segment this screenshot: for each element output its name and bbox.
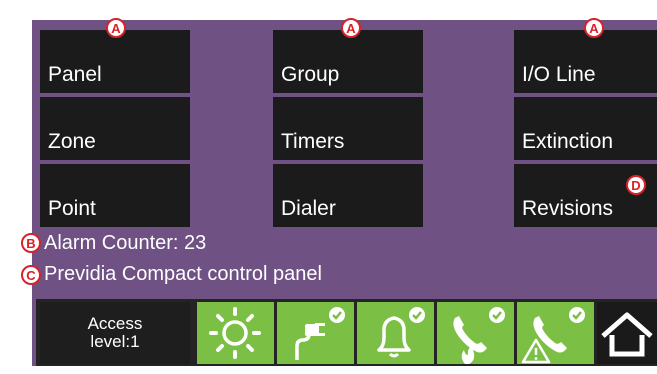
zone-button-label: Zone bbox=[48, 130, 96, 153]
timers-button-label: Timers bbox=[281, 130, 345, 153]
io-line-button-label: I/O Line bbox=[522, 63, 596, 86]
callout-c-panel-name: C bbox=[21, 265, 41, 285]
dialer-button[interactable]: Dialer bbox=[273, 164, 423, 227]
revisions-button[interactable]: Revisions bbox=[514, 164, 657, 227]
power-tile-button[interactable] bbox=[277, 302, 354, 364]
sun-tile-button[interactable] bbox=[197, 302, 274, 364]
point-button[interactable]: Point bbox=[40, 164, 190, 227]
home-icon bbox=[601, 312, 653, 357]
extinction-button[interactable]: Extinction bbox=[514, 97, 657, 160]
panel-name: Previdia Compact control panel bbox=[44, 263, 322, 285]
callout-a-group: A bbox=[341, 18, 361, 38]
bell-check-icon bbox=[377, 307, 425, 358]
power-plug-check-icon bbox=[295, 307, 345, 360]
callout-a-io-line: A bbox=[584, 18, 604, 38]
access-level-line1: Access bbox=[87, 314, 143, 333]
callout-b-alarm-counter: B bbox=[21, 233, 41, 253]
group-button[interactable]: Group bbox=[273, 30, 423, 93]
dialer-button-label: Dialer bbox=[281, 197, 336, 220]
group-button-label: Group bbox=[281, 63, 340, 86]
access-level[interactable]: Access level:1 bbox=[40, 302, 190, 364]
phone-fire-check-icon bbox=[453, 307, 505, 364]
timers-button[interactable]: Timers bbox=[273, 97, 423, 160]
zone-button[interactable]: Zone bbox=[40, 97, 190, 160]
callout-a-panel: A bbox=[106, 18, 126, 38]
fault-dialer-tile-button[interactable] bbox=[517, 302, 594, 364]
io-line-button[interactable]: I/O Line bbox=[514, 30, 657, 93]
fire-dialer-tile-button[interactable] bbox=[437, 302, 514, 364]
panel-button[interactable]: Panel bbox=[40, 30, 190, 93]
alarm-counter: Alarm Counter: 23 bbox=[44, 232, 207, 254]
extinction-button-label: Extinction bbox=[522, 130, 614, 153]
callout-d-revisions: D bbox=[626, 175, 646, 195]
phone-warning-check-icon bbox=[521, 307, 585, 364]
panel-button-label: Panel bbox=[48, 63, 102, 86]
home-button[interactable] bbox=[597, 302, 657, 364]
point-button-label: Point bbox=[48, 197, 96, 220]
revisions-button-label: Revisions bbox=[522, 197, 614, 220]
bell-tile-button[interactable] bbox=[357, 302, 434, 364]
sun-icon bbox=[209, 307, 261, 359]
access-level-line2: level:1 bbox=[90, 332, 140, 351]
